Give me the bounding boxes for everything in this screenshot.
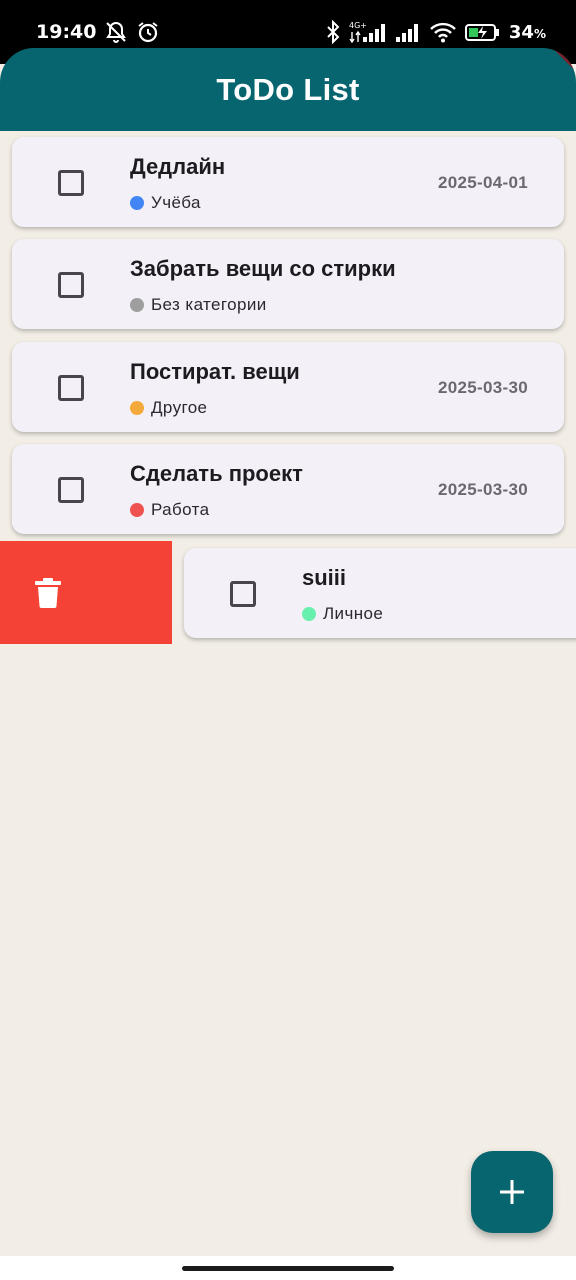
- todo-title: Забрать вещи со стирки: [130, 256, 396, 281]
- todo-title: Дедлайн: [130, 154, 226, 179]
- status-right: 4G+ 34%: [325, 20, 546, 44]
- todo-category: Работа: [130, 500, 210, 520]
- add-task-button[interactable]: [471, 1151, 553, 1233]
- todo-card[interactable]: Сделать проект Работа 2025-03-30: [12, 444, 564, 534]
- status-time: 19:40: [36, 21, 97, 43]
- category-dot: [130, 503, 144, 517]
- network-label: 4G+: [349, 21, 367, 30]
- todo-title: suiii: [302, 565, 347, 590]
- todo-card[interactable]: Забрать вещи со стирки Без категории: [12, 239, 564, 329]
- category-dot: [302, 607, 316, 621]
- bell-off-icon: [104, 20, 128, 44]
- todo-checkbox[interactable]: [58, 477, 84, 503]
- todo-card[interactable]: suiii Личное: [184, 548, 576, 638]
- category-label: Без категории: [151, 295, 267, 314]
- todo-card[interactable]: Дедлайн Учёба 2025-04-01: [12, 137, 564, 227]
- alarm-icon: [136, 20, 160, 44]
- todo-checkbox[interactable]: [58, 170, 84, 196]
- category-dot: [130, 298, 144, 312]
- debug-banner: [554, 48, 576, 81]
- wifi-icon: [429, 20, 457, 44]
- swipe-delete-background[interactable]: [0, 541, 172, 644]
- category-label: Личное: [323, 604, 384, 623]
- category-dot: [130, 401, 144, 415]
- todo-checkbox[interactable]: [58, 375, 84, 401]
- category-dot: [130, 196, 144, 210]
- todo-checkbox[interactable]: [58, 272, 84, 298]
- delete-icon[interactable]: [35, 577, 61, 608]
- todo-title: Сделать проект: [130, 461, 303, 486]
- todo-category: Учёба: [130, 193, 201, 213]
- todo-category: Без категории: [130, 295, 267, 315]
- category-label: Учёба: [151, 193, 201, 212]
- todo-category: Другое: [130, 398, 207, 418]
- battery-charging-icon: [464, 20, 501, 44]
- category-label: Работа: [151, 500, 210, 519]
- signal-icon: 4G+: [349, 20, 387, 44]
- status-left: 19:40: [36, 20, 160, 44]
- bluetooth-icon: [325, 20, 341, 44]
- page-title: ToDo List: [216, 71, 360, 107]
- todo-date: 2025-03-30: [438, 378, 528, 397]
- todo-card[interactable]: Постират. вещи Другое 2025-03-30: [12, 342, 564, 432]
- todo-title: Постират. вещи: [130, 359, 300, 384]
- app-bar: ToDo List: [0, 48, 576, 131]
- signal-icon: [395, 20, 421, 44]
- category-label: Другое: [151, 398, 208, 417]
- battery-level: 34%: [508, 21, 546, 43]
- todo-date: 2025-04-01: [438, 173, 528, 192]
- home-indicator[interactable]: [182, 1266, 394, 1271]
- plus-icon: [499, 1179, 525, 1205]
- todo-category: Личное: [302, 604, 383, 624]
- system-nav-bar: [0, 1256, 576, 1280]
- todo-date: 2025-03-30: [438, 480, 528, 499]
- todo-checkbox[interactable]: [230, 581, 256, 607]
